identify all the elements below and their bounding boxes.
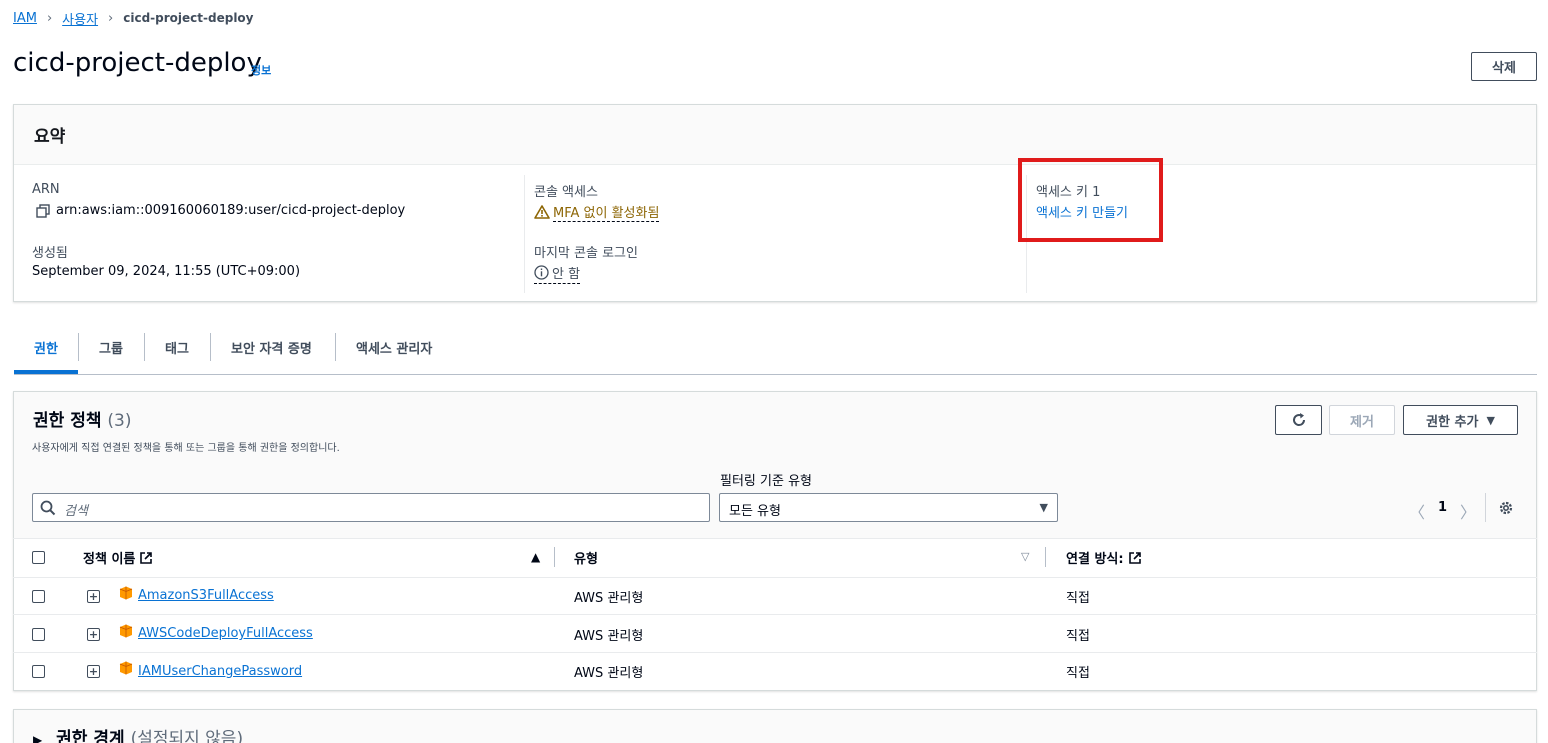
- chevron-right-icon: ›: [46, 10, 53, 26]
- policy-attached-via: 직접: [1066, 591, 1090, 606]
- external-link-icon: [139, 551, 153, 565]
- created-value: September 09, 2024, 11:55 (UTC+09:00): [32, 264, 301, 279]
- expand-icon[interactable]: +: [87, 665, 100, 678]
- highlight-box: [1018, 158, 1163, 242]
- policy-attached-via: 직접: [1066, 629, 1090, 644]
- permissions-card: [13, 391, 1537, 691]
- sort-ascending-icon[interactable]: ▲: [531, 550, 540, 564]
- tab-divider: [210, 333, 211, 361]
- search-placeholder: 검색: [64, 504, 88, 519]
- aws-managed-policy-icon: [119, 661, 133, 675]
- console-access-value: MFA 없이 활성화됨: [553, 202, 660, 222]
- console-access-status[interactable]: MFA 없이 활성화됨: [534, 202, 660, 222]
- row-checkbox[interactable]: [32, 665, 45, 678]
- column-header-attached-label: 연결 방식:: [1066, 552, 1124, 567]
- info-circle-icon: [534, 265, 549, 280]
- breadcrumb-users-link[interactable]: 사용자: [62, 9, 98, 28]
- tab-divider: [144, 333, 145, 361]
- permissions-title-text: 권한 정책: [33, 411, 102, 431]
- row-checkbox[interactable]: [32, 628, 45, 641]
- search-icon: [40, 500, 56, 516]
- previous-page-icon[interactable]: 〈: [1409, 499, 1425, 523]
- chevron-right-icon: ›: [108, 10, 114, 26]
- filter-type-select[interactable]: 모든 유형 ▼: [719, 493, 1058, 522]
- last-login-value: 안 함: [552, 267, 581, 282]
- sort-icon[interactable]: ▽: [1021, 550, 1029, 563]
- divider: [13, 577, 1537, 578]
- tab-divider: [335, 333, 336, 361]
- policy-type: AWS 관리형: [574, 666, 644, 681]
- column-header-attached-via[interactable]: 연결 방식:: [1066, 548, 1142, 567]
- permissions-title: 권한 정책 (3): [33, 406, 132, 431]
- policy-link[interactable]: IAMUserChangePassword: [138, 664, 302, 679]
- expand-icon[interactable]: +: [87, 628, 100, 641]
- caret-right-icon: ▶: [33, 733, 43, 743]
- breadcrumb-current: cicd-project-deploy: [123, 11, 254, 25]
- divider: [524, 175, 525, 293]
- caret-down-icon: ▼: [1039, 501, 1048, 514]
- search-input[interactable]: 검색: [32, 493, 710, 522]
- info-link[interactable]: 정보: [251, 62, 271, 78]
- column-header-type[interactable]: 유형: [574, 548, 598, 567]
- select-all-checkbox[interactable]: [32, 551, 45, 564]
- last-login-status[interactable]: 안 함: [534, 263, 581, 284]
- divider: [1485, 493, 1486, 522]
- tab-groups[interactable]: 그룹: [99, 338, 123, 357]
- column-header-policy-name-label: 정책 이름: [83, 552, 136, 567]
- breadcrumb-iam-link[interactable]: IAM: [13, 11, 37, 26]
- add-permissions-button[interactable]: 권한 추가 ▼: [1403, 405, 1518, 435]
- column-divider: [554, 547, 555, 567]
- breadcrumb: IAM › 사용자 › cicd-project-deploy: [13, 9, 254, 28]
- column-divider: [1045, 547, 1046, 567]
- policy-type: AWS 관리형: [574, 591, 644, 606]
- page-number[interactable]: 1: [1438, 500, 1447, 515]
- divider: [13, 538, 1537, 539]
- last-login-label: 마지막 콘솔 로그인: [534, 246, 638, 261]
- aws-managed-policy-icon: [119, 586, 133, 600]
- permissions-description: 사용자에게 직접 연결된 정책을 통해 또는 그룹을 통해 권한을 정의합니다.: [32, 443, 340, 454]
- permissions-boundary-status: (설정되지 않음): [130, 729, 244, 743]
- permissions-boundary-toggle[interactable]: ▶ 권한 경계 (설정되지 않음): [33, 724, 243, 743]
- tab-access-advisor[interactable]: 액세스 관리자: [356, 338, 432, 357]
- filter-label: 필터링 기준 유형: [720, 474, 812, 489]
- refresh-button[interactable]: [1275, 405, 1322, 435]
- tab-security-credentials[interactable]: 보안 자격 증명: [231, 338, 312, 357]
- tab-tags[interactable]: 태그: [165, 338, 189, 357]
- row-checkbox[interactable]: [32, 590, 45, 603]
- gear-icon[interactable]: [1498, 500, 1514, 516]
- warning-icon: [534, 205, 550, 219]
- refresh-icon: [1291, 412, 1307, 428]
- caret-down-icon: ▼: [1486, 413, 1495, 427]
- filter-type-value: 모든 유형: [729, 504, 781, 519]
- tab-divider: [78, 333, 79, 361]
- tabs-underline: [14, 374, 1537, 375]
- arn-value: arn:aws:iam::009160060189:user/cicd-proj…: [56, 203, 406, 218]
- expand-icon[interactable]: +: [87, 590, 100, 603]
- policy-type: AWS 관리형: [574, 629, 644, 644]
- policy-link[interactable]: AmazonS3FullAccess: [138, 588, 274, 603]
- arn-label: ARN: [32, 182, 60, 197]
- permissions-count: (3): [107, 411, 132, 431]
- external-link-icon: [1128, 551, 1142, 565]
- divider: [13, 614, 1537, 615]
- copy-icon[interactable]: [36, 204, 50, 218]
- next-page-icon[interactable]: 〉: [1460, 499, 1476, 523]
- divider: [13, 652, 1537, 653]
- page-title: cicd-project-deploy: [13, 48, 262, 78]
- permissions-boundary-title: 권한 경계: [56, 729, 125, 743]
- tab-permissions[interactable]: 권한: [34, 338, 58, 357]
- remove-button[interactable]: 제거: [1329, 405, 1395, 435]
- console-access-label: 콘솔 액세스: [534, 185, 598, 200]
- delete-button[interactable]: 삭제: [1471, 52, 1537, 81]
- policy-link[interactable]: AWSCodeDeployFullAccess: [138, 626, 313, 641]
- column-header-policy-name[interactable]: 정책 이름: [83, 548, 153, 567]
- policy-attached-via: 직접: [1066, 666, 1090, 681]
- summary-title: 요약: [34, 127, 66, 147]
- created-label: 생성됨: [32, 246, 68, 261]
- aws-managed-policy-icon: [119, 624, 133, 638]
- add-permissions-label: 권한 추가: [1426, 414, 1479, 430]
- summary-header: [14, 105, 1536, 165]
